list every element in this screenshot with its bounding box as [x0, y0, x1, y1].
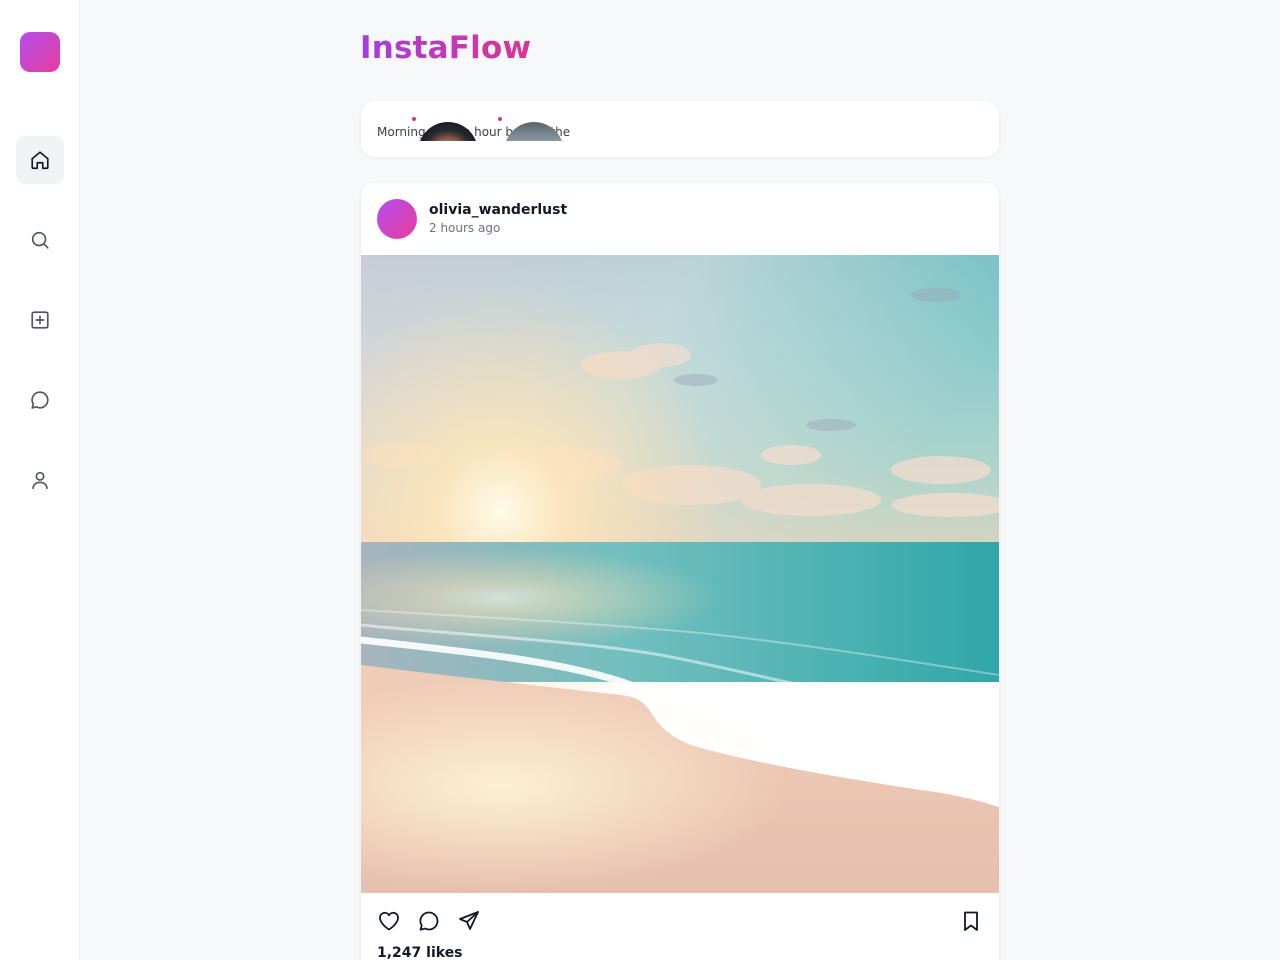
sidebar-item-home[interactable] [16, 136, 64, 184]
bookmark-icon [964, 911, 978, 931]
save-button[interactable] [957, 907, 985, 935]
share-icon [459, 911, 479, 930]
post-username[interactable]: olivia_wanderlust [429, 202, 567, 218]
like-count: 1,247 likes [377, 945, 463, 960]
comment-icon [419, 911, 439, 931]
sidebar-item-search[interactable] [16, 216, 64, 264]
story-unread-dot [498, 117, 502, 121]
heart-icon [379, 911, 399, 931]
avatar[interactable] [377, 199, 417, 239]
sidebar-item-messages[interactable] [16, 376, 64, 424]
stories-bar: Morning golden hour behind the [361, 101, 999, 157]
home-icon [31, 151, 49, 170]
app-logo[interactable] [20, 32, 60, 72]
like-button[interactable] [375, 907, 403, 935]
search-icon [31, 231, 49, 249]
plus-square-icon [31, 311, 49, 329]
comment-button[interactable] [415, 907, 443, 935]
sidebar-item-profile[interactable] [16, 456, 64, 504]
app-title: InstaFlow [360, 30, 532, 66]
sidebar [0, 0, 80, 960]
stories-track: Morning golden hour behind the [361, 101, 999, 141]
share-button[interactable] [455, 907, 483, 935]
feed-post: olivia_wanderlust 2 hours ago 1,247 like… [361, 183, 999, 960]
chat-bubble-icon [31, 391, 49, 409]
user-icon [32, 471, 48, 490]
sidebar-item-create[interactable] [16, 296, 64, 344]
story-unread-dot [412, 117, 416, 121]
post-timestamp: 2 hours ago [429, 221, 501, 235]
post-image[interactable] [361, 255, 999, 893]
